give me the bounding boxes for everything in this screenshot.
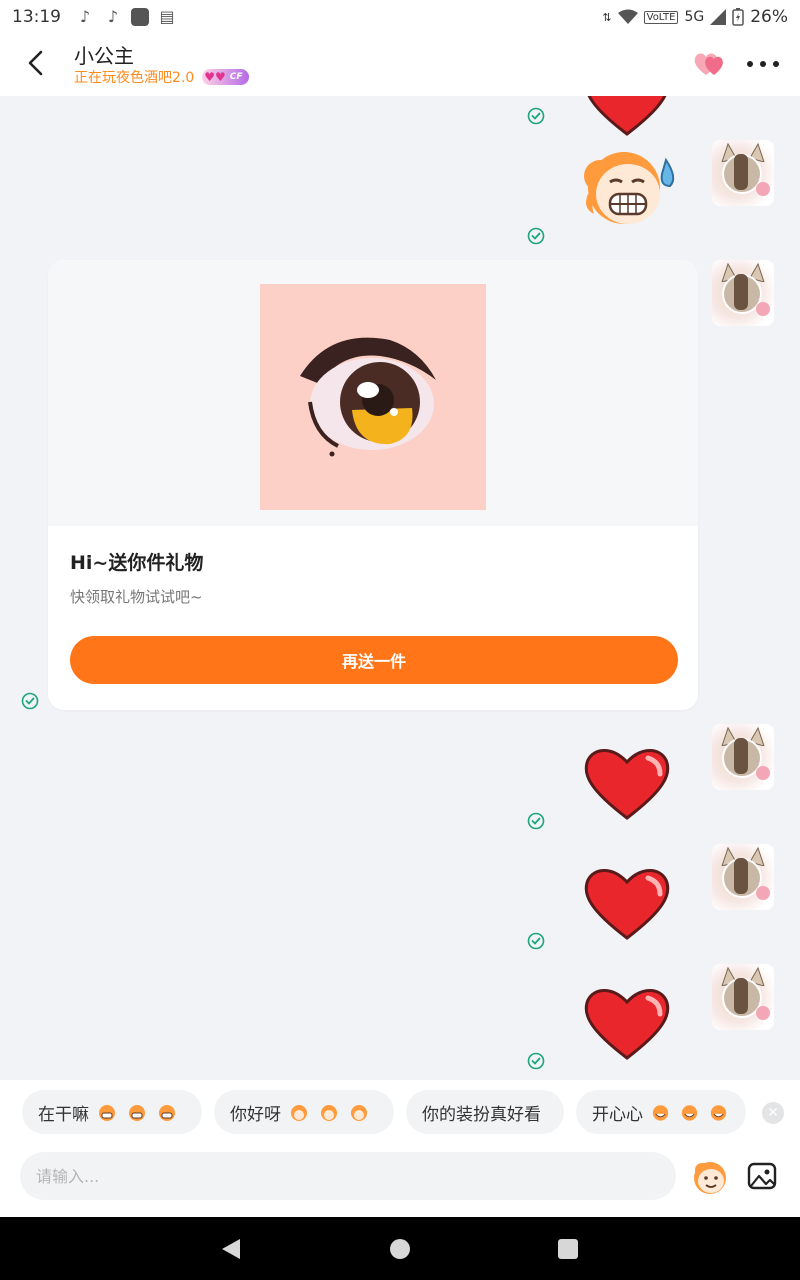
cf-badge-label: CF (229, 72, 243, 82)
message-input[interactable] (20, 1152, 676, 1200)
gift-eye-image (260, 284, 486, 510)
smile-emoji-icon (321, 1105, 337, 1121)
smile-emoji-icon (351, 1105, 367, 1121)
quick-reply-chip[interactable]: 开心心 (576, 1090, 746, 1134)
back-arrow-icon[interactable] (22, 48, 52, 78)
nav-home-icon[interactable] (390, 1239, 410, 1259)
data-arrows-icon: ⇅ (602, 10, 612, 24)
message-notification-icon: ▤ (159, 7, 175, 26)
app-notification-icon (131, 8, 149, 26)
intimacy-heart-icon[interactable] (693, 51, 727, 77)
chat-subtitle: 正在玩夜色酒吧2.0 ♥♥ CF (74, 67, 249, 87)
quick-reply-chip[interactable]: 你的装扮真好看 (406, 1090, 564, 1134)
avatar-flower (756, 182, 770, 196)
gift-image-area (48, 260, 698, 526)
heart-sticker (584, 989, 670, 1060)
battery-percent: 26% (750, 7, 788, 27)
sent-check-icon (527, 812, 545, 830)
chat-title: 小公主 (74, 44, 134, 68)
dot (773, 61, 779, 67)
status-bar: 13:19 ♪ ♪ ▤ ⇅ VoLTE 5G 26% (0, 0, 800, 34)
status-right: ⇅ VoLTE 5G 26% (602, 7, 788, 27)
user-avatar[interactable] (712, 964, 774, 1030)
quick-reply-label: 你好呀 (230, 1104, 281, 1125)
network-label: 5G (684, 9, 705, 25)
nav-back-icon[interactable] (220, 1237, 242, 1261)
sent-check-icon (527, 1052, 545, 1070)
nav-recents-icon[interactable] (558, 1239, 578, 1259)
battery-icon (732, 8, 744, 26)
avatar-hair (734, 858, 748, 894)
sweating-face-sticker (584, 152, 675, 224)
heart-sticker (584, 749, 670, 820)
chat-message-list[interactable]: Hi~送你件礼物 快领取礼物试试吧~ 再送一件 (0, 96, 800, 1080)
more-options-button[interactable] (747, 52, 779, 76)
image-picker-icon[interactable] (746, 1160, 778, 1192)
gift-message-card[interactable]: Hi~送你件礼物 快领取礼物试试吧~ 再送一件 (48, 260, 698, 710)
avatar-flower (756, 1006, 770, 1020)
cf-badge: ♥♥ CF (202, 69, 249, 85)
music-notification-icon: ♪ (79, 7, 91, 26)
happy-emoji-icon (710, 1105, 727, 1121)
user-avatar[interactable] (712, 140, 774, 206)
heart-sticker (584, 869, 670, 940)
heart-sticker (587, 96, 667, 136)
gift-card-title: Hi~送你件礼物 (70, 552, 204, 574)
grimace-emoji-icon (159, 1105, 175, 1121)
quick-reply-chip[interactable]: 你好呀 (214, 1090, 394, 1134)
avatar-hair (734, 738, 748, 774)
user-avatar[interactable] (712, 724, 774, 790)
gift-card-subtitle: 快领取礼物试试吧~ (70, 588, 203, 606)
music-notification-icon: ♪ (107, 7, 119, 26)
grimace-emoji-icon (129, 1105, 145, 1121)
signal-icon (710, 9, 727, 25)
avatar-hair (734, 978, 748, 1014)
composer-area: 在干嘛 你好呀 你的装扮真好看 开心心 ✕ (0, 1080, 800, 1217)
quick-reply-bar: 在干嘛 你好呀 你的装扮真好看 开心心 ✕ (0, 1090, 800, 1136)
sent-check-icon (527, 227, 545, 245)
system-navigation-bar (0, 1217, 800, 1280)
sent-check-icon (21, 692, 39, 710)
quick-reply-label: 开心心 (592, 1104, 643, 1125)
chat-header: 小公主 正在玩夜色酒吧2.0 ♥♥ CF (0, 34, 800, 96)
happy-emoji-icon (681, 1105, 698, 1121)
quick-reply-chip[interactable]: 在干嘛 (22, 1090, 202, 1134)
send-another-gift-button[interactable]: 再送一件 (70, 636, 678, 684)
playing-status-text: 正在玩夜色酒吧2.0 (74, 70, 195, 86)
dot (760, 61, 766, 67)
wifi-icon (617, 9, 638, 24)
grimace-emoji-icon (99, 1105, 115, 1121)
volte-label: VoLTE (643, 10, 679, 24)
quick-reply-label: 在干嘛 (38, 1104, 89, 1125)
emoji-sticker-button-icon[interactable] (690, 1158, 730, 1196)
avatar-flower (756, 766, 770, 780)
double-heart-icon: ♥♥ (204, 70, 226, 84)
status-time: 13:19 (12, 7, 61, 27)
smile-emoji-icon (291, 1105, 307, 1121)
dot (747, 61, 753, 67)
happy-emoji-icon (652, 1105, 669, 1121)
avatar-hair (734, 274, 748, 310)
user-avatar[interactable] (712, 844, 774, 910)
avatar-flower (756, 886, 770, 900)
avatar-hair (734, 154, 748, 190)
close-quick-replies-icon[interactable]: ✕ (762, 1102, 784, 1124)
user-avatar[interactable] (712, 260, 774, 326)
avatar-flower (756, 302, 770, 316)
sent-check-icon (527, 107, 545, 125)
quick-reply-label: 你的装扮真好看 (422, 1104, 541, 1125)
sent-check-icon (527, 932, 545, 950)
